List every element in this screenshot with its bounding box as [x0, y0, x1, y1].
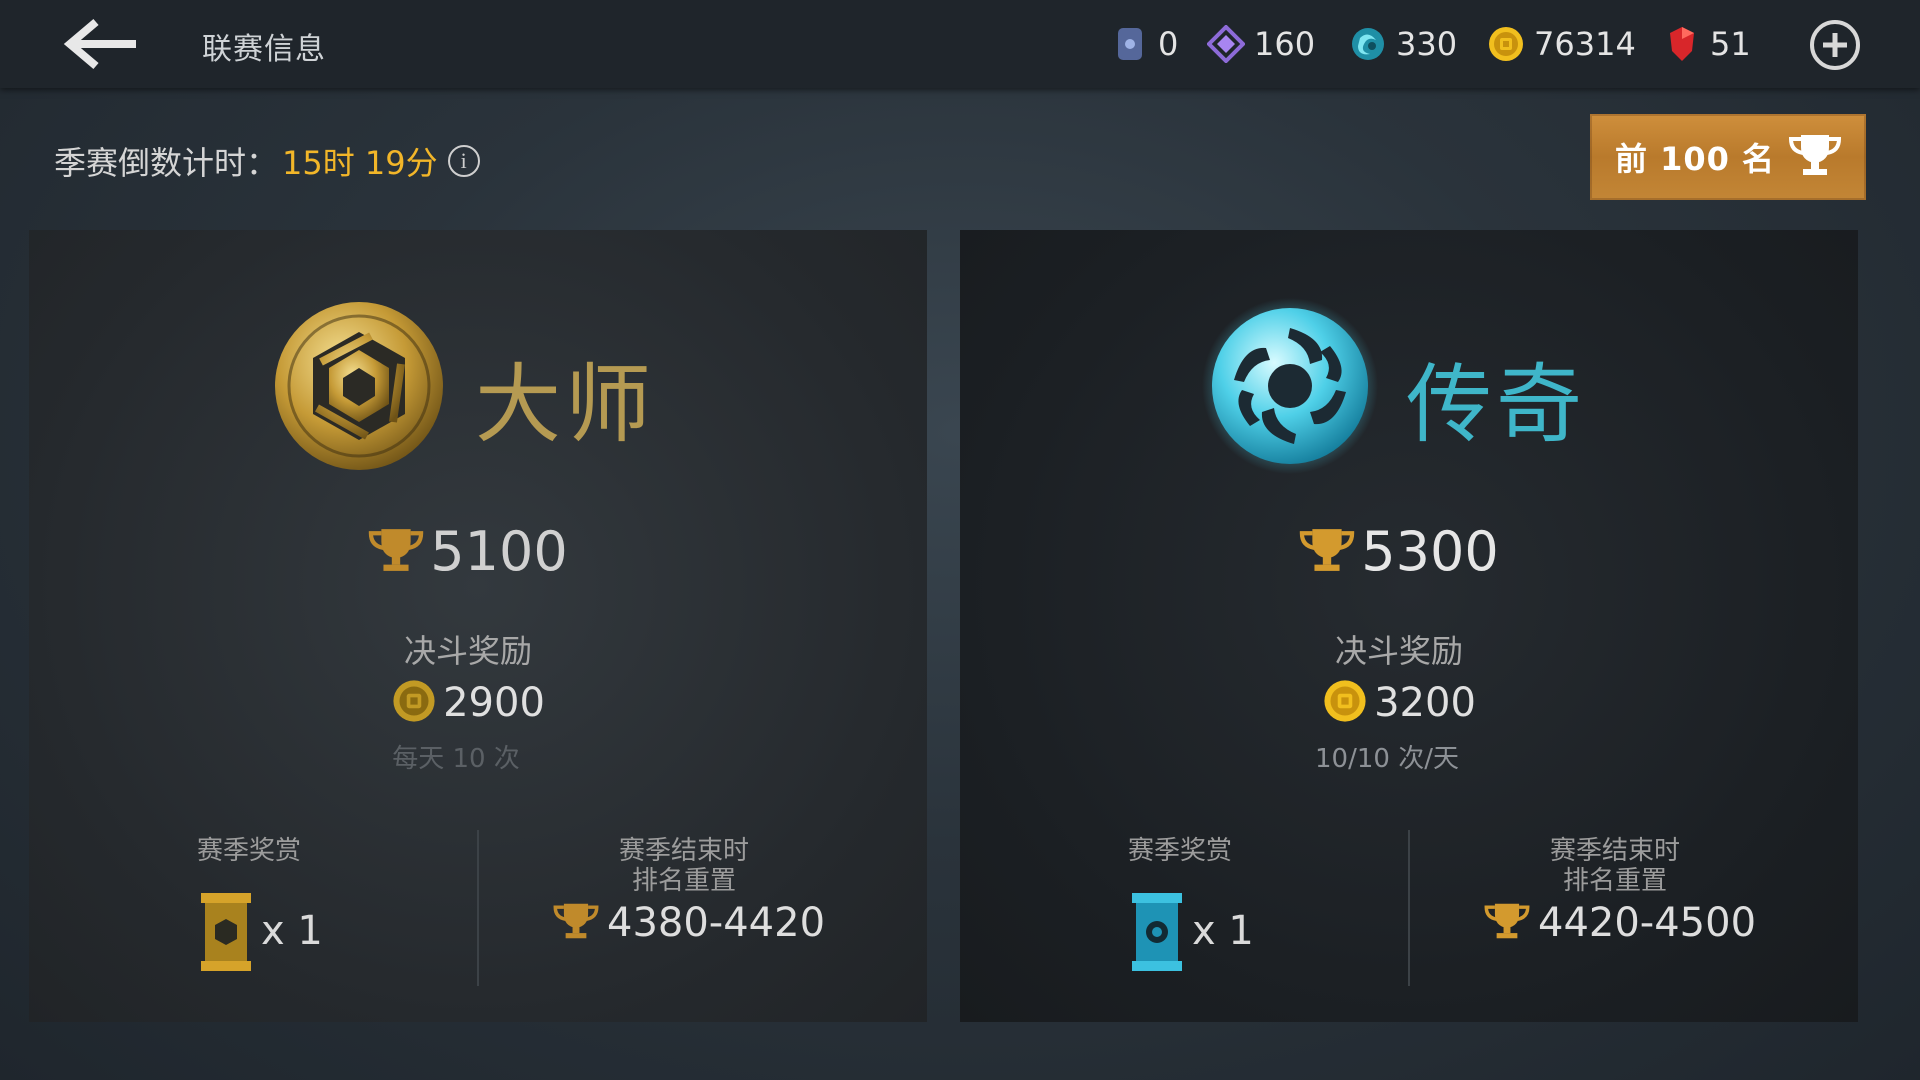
- rank-reset-label: 赛季结束时 排名重置: [1500, 836, 1730, 896]
- back-arrow-icon[interactable]: [62, 16, 142, 72]
- gold-coin-icon: [391, 678, 437, 728]
- season-countdown: 季赛倒数计时： 15时 19分 i: [54, 138, 480, 184]
- duel-reward-label: 决斗奖励: [403, 632, 532, 670]
- divider: [477, 830, 479, 986]
- trophy-icon: [1299, 527, 1355, 577]
- duel-reward-value: 2900: [443, 680, 545, 726]
- legend-emblem-icon: [1202, 298, 1378, 474]
- currency-card-value: 0: [1158, 25, 1179, 63]
- trophy-icon: [368, 527, 424, 577]
- currency-gem-value: 51: [1710, 25, 1751, 63]
- duel-reward: 3200: [950, 678, 1848, 728]
- rank-name: 大师: [475, 355, 655, 455]
- rank-reset-range: 4380-4420: [553, 900, 825, 946]
- trophy-count-value: 5100: [430, 520, 568, 583]
- currency-gem[interactable]: 51: [1662, 22, 1751, 66]
- currency-gold[interactable]: 76314: [1486, 22, 1636, 66]
- currency-gold-value: 76314: [1534, 25, 1636, 63]
- trophy-count-value: 5300: [1361, 520, 1499, 583]
- season-countdown-label: 季赛倒数计时：: [54, 144, 279, 182]
- duel-reward-label: 决斗奖励: [1334, 632, 1463, 670]
- season-reward-label: 赛季奖赏: [196, 836, 301, 866]
- gold-coin-icon: [1322, 678, 1368, 728]
- top-100-label: 前 100 名: [1614, 140, 1776, 178]
- season-reward-label: 赛季奖赏: [1127, 836, 1232, 866]
- rank-name: 传奇: [1406, 355, 1586, 455]
- duel-reward-value: 3200: [1374, 680, 1476, 726]
- currency-crystal[interactable]: 160: [1206, 22, 1315, 66]
- season-chest-icon[interactable]: [1132, 893, 1182, 975]
- crystal-icon: [1206, 24, 1246, 64]
- rank-reset-label-line1: 赛季结束时: [1549, 836, 1680, 866]
- rank-reset-label-line1: 赛季结束时: [618, 836, 749, 866]
- duel-limit-note: 每天 10 次: [392, 744, 520, 774]
- trophy-icon: [1484, 902, 1530, 944]
- rank-reset-label-line2: 排名重置: [1562, 866, 1667, 896]
- currency-crystal-value: 160: [1254, 25, 1316, 63]
- rank-reset-range-value: 4420-4500: [1538, 900, 1757, 946]
- league-card-legend[interactable]: 传奇 5300 决斗奖励 3200 10/10 次/天 赛季奖赏 x 1 赛季结…: [960, 230, 1858, 1022]
- trophy-count: 5100: [19, 520, 917, 583]
- duel-limit-note: 10/10 次/天: [1315, 744, 1459, 774]
- duel-reward: 2900: [19, 678, 917, 728]
- currency-orb[interactable]: 330: [1348, 22, 1457, 66]
- master-emblem-icon: [271, 298, 447, 474]
- league-card-master[interactable]: 大师 5100 决斗奖励 2900 每天 10 次 赛季奖赏 x 1 赛季结束时…: [29, 230, 927, 1022]
- gold-coin-icon: [1486, 24, 1526, 64]
- info-icon[interactable]: i: [447, 145, 480, 177]
- season-countdown-time: 15时 19分: [282, 144, 438, 182]
- season-chest-quantity: x 1: [261, 908, 323, 954]
- top-100-button[interactable]: 前 100 名: [1590, 114, 1866, 200]
- divider: [1408, 830, 1410, 986]
- rank-reset-label-line2: 排名重置: [631, 866, 736, 896]
- rank-reset-label: 赛季结束时 排名重置: [569, 836, 799, 896]
- card-icon: [1110, 24, 1150, 64]
- red-gem-icon: [1662, 24, 1702, 64]
- trophy-icon: [553, 902, 599, 944]
- season-chest-quantity: x 1: [1192, 908, 1254, 954]
- trophy-count: 5300: [950, 520, 1848, 583]
- currency-card[interactable]: 0: [1110, 22, 1178, 66]
- top-bar: 联赛信息 0 160 330 76314 51: [0, 0, 1920, 88]
- trophy-icon: [1789, 133, 1842, 181]
- add-currency-button[interactable]: [1810, 20, 1860, 70]
- rank-reset-range: 4420-4500: [1484, 900, 1756, 946]
- currency-orb-value: 330: [1396, 25, 1458, 63]
- rank-reset-range-value: 4380-4420: [607, 900, 826, 946]
- page-title: 联赛信息: [202, 32, 326, 67]
- orb-icon: [1348, 24, 1388, 64]
- season-chest-icon[interactable]: [201, 893, 251, 975]
